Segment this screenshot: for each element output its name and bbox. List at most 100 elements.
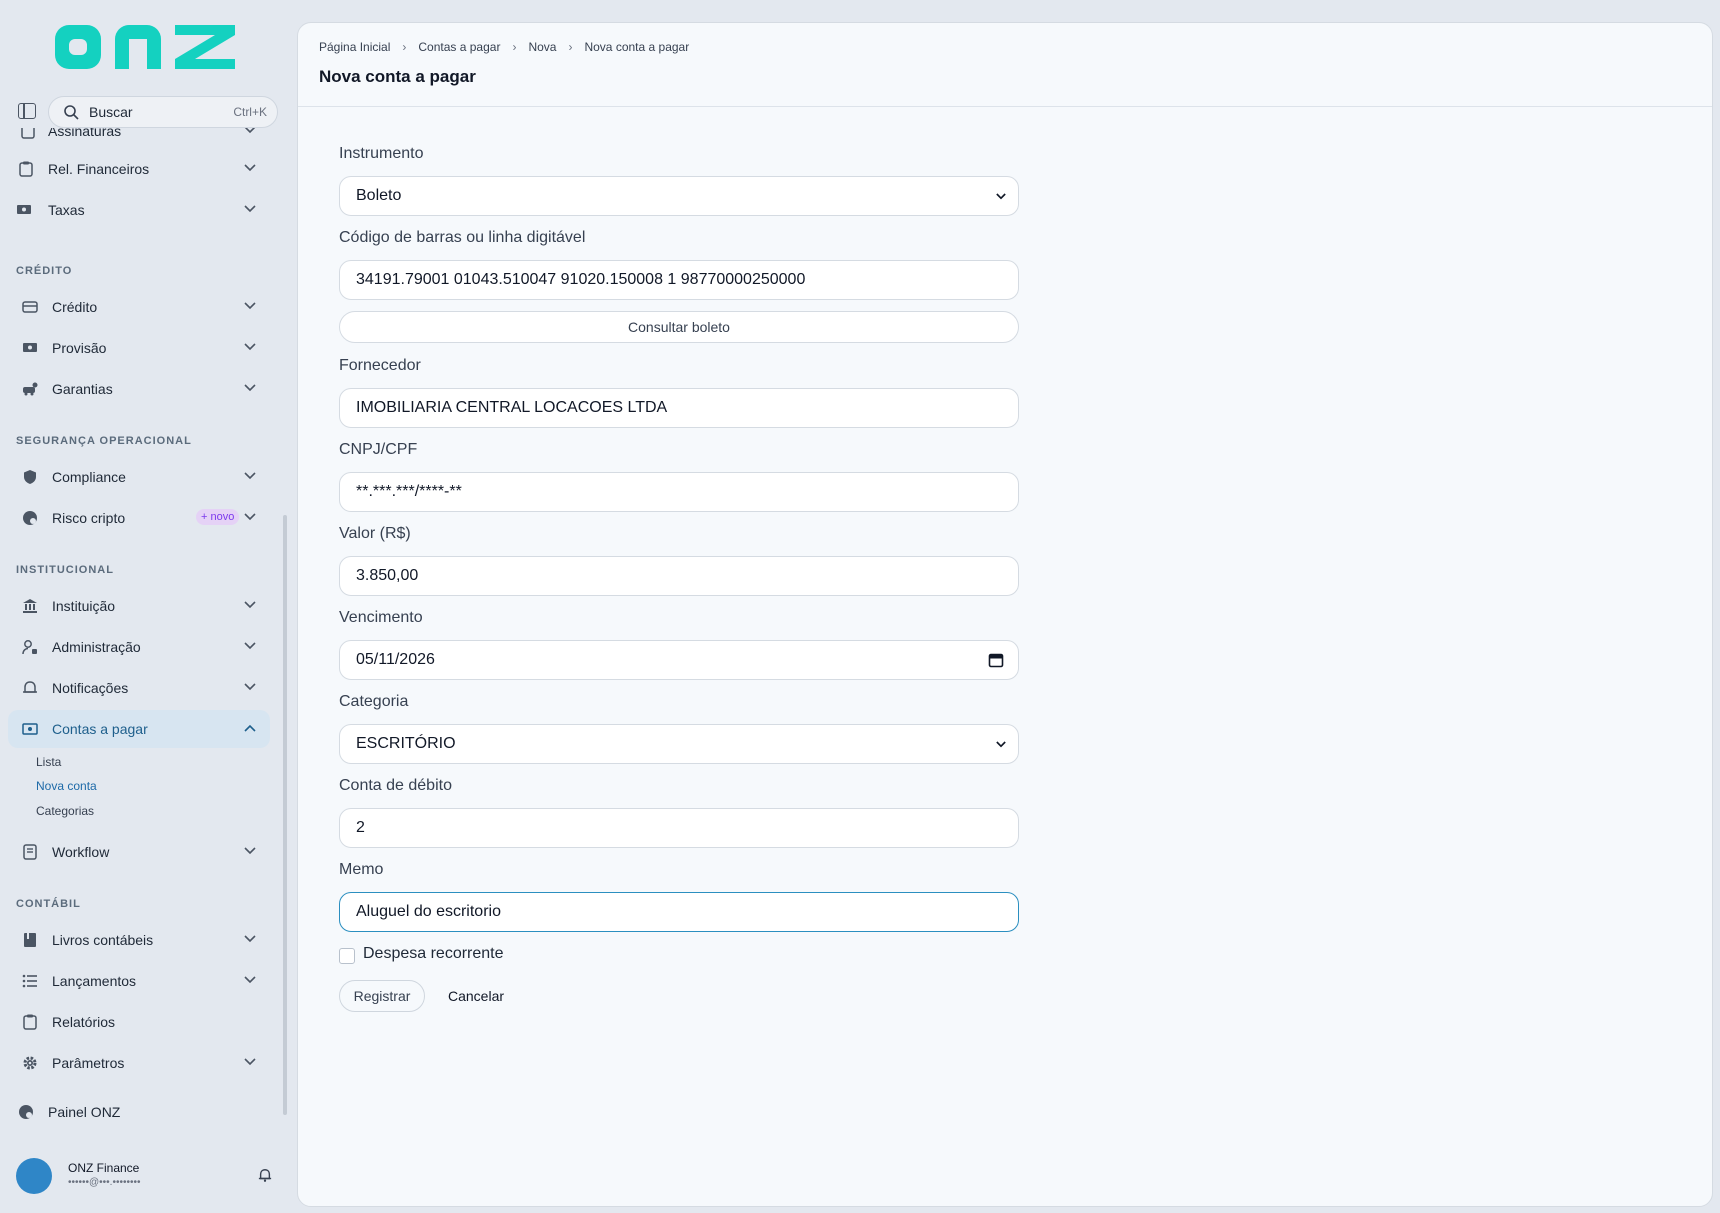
chevron-down-icon [244,164,256,172]
sidebar-item-label: Livros contábeis [52,932,154,948]
sidebar-item-painel-onz[interactable]: Painel ONZ [8,1093,270,1128]
sidebar-scrollbar[interactable] [283,515,287,1115]
user-lock-icon [22,640,37,655]
cash-icon [17,205,31,214]
sidebar-item-label: Compliance [52,469,126,485]
user-email: ••••••@•••.•••••••• [68,1177,141,1188]
cnpj-input[interactable]: **.***.***/****-** [339,472,1019,512]
chevron-down-icon [244,1058,256,1066]
search-shortcut: Ctrl+K [233,105,267,119]
sidebar-item-contas-a-pagar[interactable]: Contas a pagar [8,710,270,748]
calendar-icon[interactable] [988,652,1004,668]
fornecedor-input[interactable]: IMOBILIARIA CENTRAL LOCACOES LTDA [339,388,1019,428]
sidebar: Buscar Ctrl+K Assinaturas Rel. Financeir… [0,0,292,1213]
money-icon [22,723,38,735]
categoria-select[interactable]: ESCRITÓRIO [339,724,1019,764]
sidebar-item-label: Painel ONZ [48,1104,121,1120]
conta-debito-input[interactable]: 2 [339,808,1019,848]
book-icon [24,933,36,947]
instrumento-label: Instrumento [339,145,424,162]
globe-icon [19,1105,33,1119]
chevron-down-icon [244,384,256,392]
list-icon [22,974,37,988]
codigo-barras-input[interactable]: 34191.79001 01043.510047 91020.150008 1 … [339,260,1019,300]
subitem-lista[interactable]: Lista [36,755,61,769]
vencimento-value: 05/11/2026 [356,651,435,668]
sidebar-item-label: Contas a pagar [52,721,148,737]
bell-icon[interactable] [258,1168,272,1182]
sidebar-item-risco-cripto[interactable]: Risco cripto + novo [8,499,270,537]
fornecedor-label: Fornecedor [339,357,421,374]
clipboard-icon [19,161,33,177]
sidebar-item-label: Parâmetros [52,1055,125,1071]
section-contabil: CONTÁBIL [16,898,81,910]
sidebar-item-label: Assinaturas [48,128,122,139]
section-institucional: INSTITUCIONAL [16,564,114,576]
memo-input[interactable]: Aluguel do escritorio [339,892,1019,932]
header-divider [298,106,1712,107]
vencimento-date-input[interactable]: 05/11/2026 [339,640,1019,680]
fornecedor-value: IMOBILIARIA CENTRAL LOCACOES LTDA [356,399,668,416]
breadcrumb-separator: › [512,40,517,54]
memo-label: Memo [339,861,384,878]
breadcrumb-home[interactable]: Página Inicial [319,40,390,54]
chevron-down-icon [244,601,256,609]
avatar[interactable] [16,1158,52,1194]
consultar-boleto-button[interactable]: Consultar boleto [339,311,1019,343]
sidebar-item-label: Taxas [48,202,85,218]
despesa-recorrente-checkbox[interactable] [339,948,355,964]
sidebar-item-livros-contabeis[interactable]: Livros contábeis [8,921,270,959]
chevron-up-icon [244,724,256,732]
sidebar-item-administracao[interactable]: Administração [8,628,270,666]
chevron-down-icon [244,935,256,943]
sidebar-item-assinaturas[interactable]: Assinaturas [8,128,270,150]
bank-icon [23,599,37,613]
cnpj-label: CNPJ/CPF [339,441,418,458]
cash-icon [23,343,37,352]
sidebar-item-lancamentos[interactable]: Lançamentos [8,962,270,1000]
cnpj-value: **.***.***/****-** [356,483,462,500]
sidebar-toggle-button[interactable] [18,103,36,119]
sidebar-item-notificacoes[interactable]: Notificações [8,669,270,707]
search-placeholder: Buscar [89,104,133,120]
onz-logo [55,25,235,69]
section-seguranca: SEGURANÇA OPERACIONAL [16,435,192,447]
registrar-button[interactable]: Registrar [339,980,425,1012]
car-icon [23,382,38,396]
cancelar-button[interactable]: Cancelar [448,980,504,1012]
subitem-categorias[interactable]: Categorias [36,804,94,818]
chevron-down-icon [244,683,256,691]
sidebar-item-label: Notificações [52,680,129,696]
sidebar-item-provisao[interactable]: Provisão [8,329,270,367]
card-icon [22,301,38,313]
gear-icon [23,1056,37,1070]
user-name: ONZ Finance [68,1161,140,1175]
chevron-down-icon [244,513,256,521]
chevron-down-icon [244,976,256,984]
sidebar-item-relatorios[interactable]: Relatórios [8,1003,270,1041]
chevron-down-icon [244,343,256,351]
subitem-nova-conta[interactable]: Nova conta [36,779,97,793]
chevron-down-icon [244,205,256,213]
sidebar-item-workflow[interactable]: Workflow [8,833,270,871]
instrumento-select[interactable]: Boleto [339,176,1019,216]
sidebar-item-compliance[interactable]: Compliance [8,458,270,496]
sidebar-item-instituicao[interactable]: Instituição [8,587,270,625]
search-input[interactable]: Buscar Ctrl+K [48,96,278,128]
sidebar-item-garantias[interactable]: Garantias [8,370,270,408]
sidebar-item-parametros[interactable]: Parâmetros [8,1044,270,1082]
sidebar-item-taxas[interactable]: Taxas [8,191,270,229]
categoria-label: Categoria [339,693,409,710]
sidebar-item-label: Garantias [52,381,113,397]
breadcrumb-nova[interactable]: Nova [528,40,556,54]
receipt-icon [21,128,35,139]
sidebar-item-label: Workflow [52,844,110,860]
chevron-down-icon [244,847,256,855]
sidebar-item-rel-financeiros[interactable]: Rel. Financeiros [8,150,270,188]
valor-input[interactable]: 3.850,00 [339,556,1019,596]
sidebar-item-credito[interactable]: Crédito [8,288,270,326]
breadcrumb-contas[interactable]: Contas a pagar [418,40,500,54]
chevron-down-icon [244,128,256,134]
despesa-recorrente-label[interactable]: Despesa recorrente [363,945,504,963]
conta-debito-label: Conta de débito [339,777,452,794]
